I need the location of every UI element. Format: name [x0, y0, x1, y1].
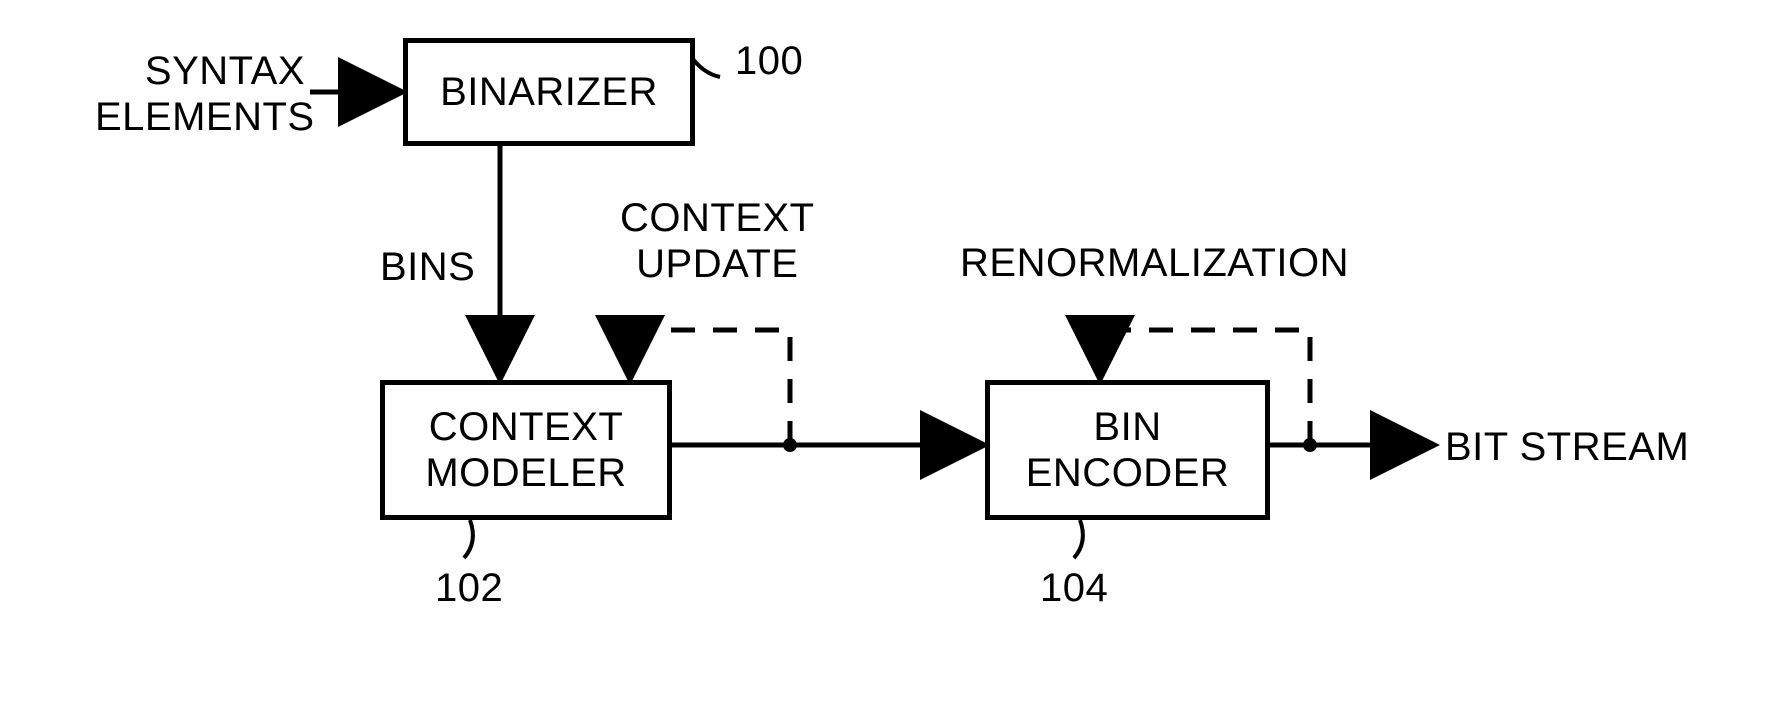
- context-update-label: CONTEXT UPDATE: [620, 195, 815, 287]
- context-modeler-block: CONTEXT MODELER: [380, 380, 672, 520]
- input-label: SYNTAX ELEMENTS: [95, 48, 305, 140]
- context-modeler-ref: 102: [435, 565, 503, 611]
- bins-label: BINS: [380, 244, 475, 290]
- bin-encoder-label: BIN ENCODER: [1026, 404, 1230, 496]
- context-modeler-label: CONTEXT MODELER: [425, 404, 626, 496]
- bin-encoder-ref: 104: [1040, 565, 1108, 611]
- binarizer-label: BINARIZER: [440, 69, 658, 115]
- binarizer-ref: 100: [735, 38, 803, 84]
- renorm-label: RENORMALIZATION: [960, 240, 1349, 286]
- diagram-stage: BINARIZER 100 CONTEXT MODELER 102 BIN EN…: [0, 0, 1774, 702]
- binarizer-block: BINARIZER: [403, 38, 695, 146]
- bin-encoder-block: BIN ENCODER: [985, 380, 1270, 520]
- output-label: BIT STREAM: [1445, 424, 1689, 470]
